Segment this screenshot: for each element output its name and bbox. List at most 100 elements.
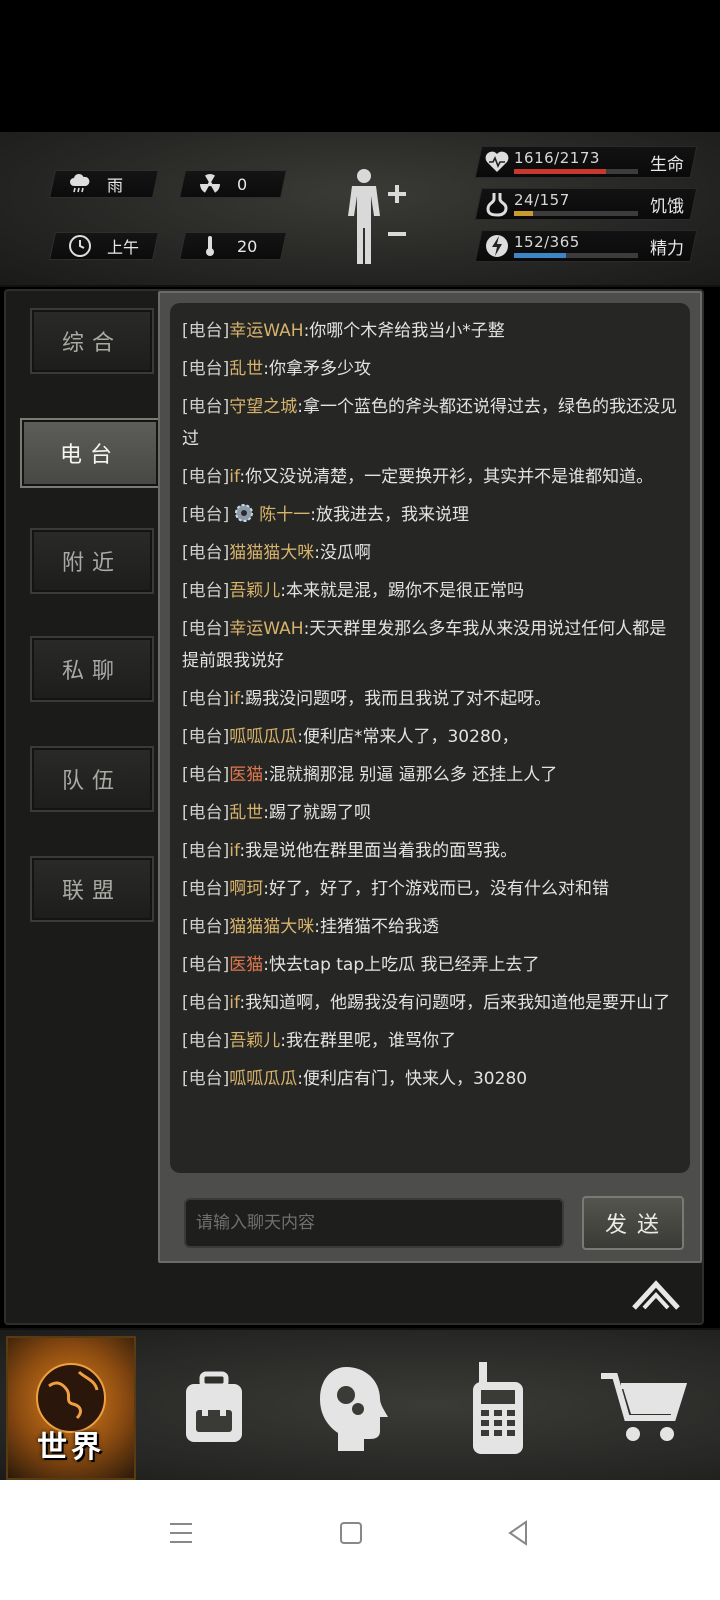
heart-pulse-icon (484, 149, 510, 175)
chat-message: [电台]守望之城:拿一个蓝色的斧头都还说得过去，绿色的我还没见过 (182, 391, 682, 455)
message-text: :我是说他在群里面当着我的面骂我。 (239, 841, 518, 861)
sender-name[interactable]: 幸运WAH (229, 321, 303, 341)
sender-name[interactable]: if (229, 467, 239, 487)
channel-tag: [电台] (182, 1031, 230, 1051)
tab-nearby[interactable]: 附近 (30, 528, 154, 594)
rain-cloud-icon (67, 171, 93, 197)
message-text: :便利店*常来人了，30280， (297, 727, 519, 747)
sender-name[interactable]: 啊珂 (229, 879, 263, 899)
vital-value: 24/157 (514, 191, 570, 209)
vital-row: 1616/2173 生命 (474, 146, 698, 178)
vital-bar-fill (514, 211, 533, 216)
channel-tag: [电台] (182, 879, 230, 899)
vital-label: 精力 (650, 239, 684, 259)
home-square-icon[interactable] (336, 1518, 376, 1558)
channel-tag: [电台] (182, 359, 230, 379)
chat-message: [电台]幸运WAH:天天群里发那么多车我从来没用说过任何人都是提前跟我说好 (182, 613, 682, 677)
collapse-button[interactable] (630, 1278, 682, 1316)
vital-row: 152/365 精力 (474, 230, 698, 262)
sender-name[interactable]: 呱呱瓜瓜 (229, 727, 297, 747)
sender-name[interactable]: 医猫 (229, 955, 263, 975)
message-text: :你哪个木斧给我当小*子整 (303, 321, 505, 341)
vital-label: 饥饿 (650, 197, 684, 217)
sender-name[interactable]: 呱呱瓜瓜 (229, 1069, 297, 1089)
sender-name[interactable]: 陈十一 (259, 505, 310, 525)
channel-tag: [电台] (182, 1069, 230, 1089)
message-text: :我在群里呢，谁骂你了 (280, 1031, 456, 1051)
sender-name[interactable]: if (229, 689, 239, 709)
status-header: 雨 0 上午 20 1616/2173 生命 24/157 饥饿 152/365… (0, 132, 720, 287)
tab-radio[interactable]: 电台 (20, 418, 160, 488)
radiation-stat: 0 (179, 170, 287, 198)
nav-radio[interactable] (428, 1336, 568, 1480)
chat-message: [电台]if:你又没说清楚，一定要换开衫，其实并不是谁都知道。 (182, 461, 682, 493)
channel-tag: [电台] (182, 993, 230, 1013)
chat-message: [电台]if:踢我没问题呀，我而且我说了对不起呀。 (182, 683, 682, 715)
nav-backpack[interactable] (144, 1336, 284, 1480)
channel-tag: [电台] (182, 581, 230, 601)
message-text: :挂猪猫不给我透 (314, 917, 439, 937)
vital-label: 生命 (650, 155, 684, 175)
chat-message-list[interactable]: [电台]幸运WAH:你哪个木斧给我当小*子整 [电台]乱世:你拿矛多少攻 [电台]守… (170, 303, 690, 1173)
tab-alliance[interactable]: 联盟 (30, 856, 154, 922)
walkie-talkie-icon (473, 1362, 523, 1454)
sender-name[interactable]: 吾颖儿 (229, 581, 280, 601)
sender-name[interactable]: if (229, 841, 239, 861)
vital-bar (514, 253, 638, 258)
vital-row: 24/157 饥饿 (474, 188, 698, 220)
nav-world-label: 世界 (37, 1430, 105, 1465)
shopping-cart-icon (601, 1373, 687, 1441)
nav-world[interactable]: 世界 (6, 1336, 136, 1480)
tab-private[interactable]: 私聊 (30, 636, 154, 702)
message-text: :你拿矛多少攻 (263, 359, 371, 379)
message-text: :踢了就踢了呗 (263, 803, 371, 823)
channel-tag: [电台] (182, 727, 230, 747)
sender-name[interactable]: 幸运WAH (229, 619, 303, 639)
channel-tag: [电台] (182, 955, 230, 975)
chat-message: [电台]猫猫猫大咪:挂猪猫不给我透 (182, 911, 682, 943)
chat-input[interactable]: 请输入聊天内容 (184, 1198, 564, 1248)
tab-team[interactable]: 队伍 (30, 746, 154, 812)
chat-message: [电台]呱呱瓜瓜:便利店有门，快来人，30280 (182, 1063, 682, 1095)
clock-icon (67, 233, 93, 259)
channel-tag: [电台] (182, 803, 230, 823)
send-button[interactable]: 发送 (582, 1196, 684, 1250)
message-text: :快去tap tap上吃瓜 我已经弄上去了 (263, 955, 540, 975)
chat-message: [电台]吾颖儿:我在群里呢，谁骂你了 (182, 1025, 682, 1057)
sender-name[interactable]: 猫猫猫大咪 (229, 917, 314, 937)
vital-bar-fill (514, 253, 567, 258)
channel-tag: [电台] (182, 689, 230, 709)
message-text: :好了，好了，打个游戏而已，没有什么对和错 (263, 879, 609, 899)
message-text: :便利店有门，快来人，30280 (297, 1069, 528, 1089)
sender-name[interactable]: if (229, 993, 239, 1013)
channel-tag: [电台] (182, 841, 230, 861)
chat-message: [电台]啊珂:好了，好了，打个游戏而已，没有什么对和错 (182, 873, 682, 905)
nav-shop[interactable] (572, 1336, 712, 1480)
chat-message: [电台]if:我知道啊，他踢我没有问题呀，后来我知道他是要开山了 (182, 987, 682, 1019)
time-of-day-text: 上午 (107, 238, 140, 257)
vital-bar (514, 211, 638, 216)
tab-general[interactable]: 综合 (30, 308, 154, 374)
nav-skills[interactable] (286, 1336, 426, 1480)
sender-name[interactable]: 乱世 (229, 359, 263, 379)
sender-name[interactable]: 猫猫猫大咪 (229, 543, 314, 563)
back-triangle-icon[interactable] (504, 1518, 544, 1558)
sender-name[interactable]: 守望之城 (229, 397, 297, 417)
sender-name[interactable]: 吾颖儿 (229, 1031, 280, 1051)
message-text: :混就搁那混 别逼 逼那么多 还挂上人了 (263, 765, 558, 785)
bottom-nav: 世界 (0, 1328, 720, 1480)
energy-icon (484, 233, 510, 259)
body-status-figure[interactable] (344, 166, 414, 266)
menu-icon[interactable] (166, 1518, 206, 1558)
gear-badge-icon (233, 502, 255, 524)
channel-tag: [电台] (182, 397, 230, 417)
chat-message: [电台]医猫:混就搁那混 别逼 逼那么多 还挂上人了 (182, 759, 682, 791)
sender-name[interactable]: 乱世 (229, 803, 263, 823)
sender-name[interactable]: 医猫 (229, 765, 263, 785)
stomach-icon (484, 191, 510, 217)
chevron-up-icon (632, 1280, 680, 1310)
chat-message: [电台]猫猫猫大咪:没瓜啊 (182, 537, 682, 569)
chat-message: [电台]医猫:快去tap tap上吃瓜 我已经弄上去了 (182, 949, 682, 981)
message-text: :本来就是混，踢你不是很正常吗 (280, 581, 524, 601)
channel-tag: [电台] (182, 765, 230, 785)
